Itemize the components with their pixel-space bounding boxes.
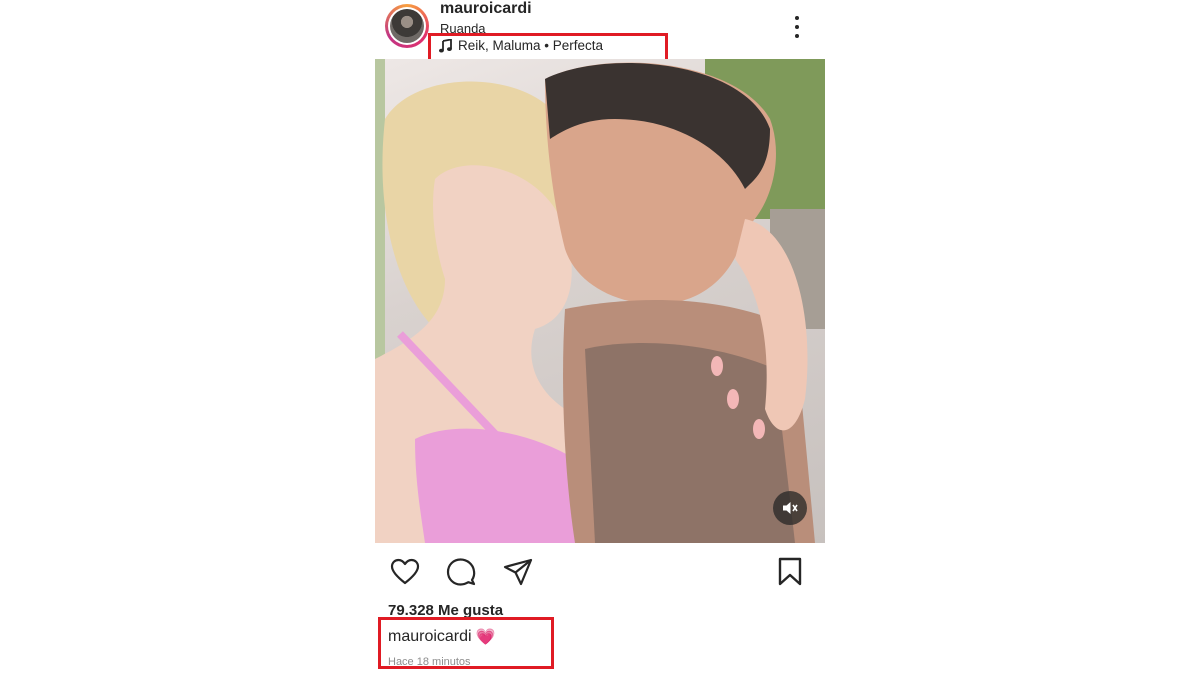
send-icon[interactable]	[501, 555, 535, 589]
bookmark-icon[interactable]	[773, 555, 807, 589]
heart-icon[interactable]	[388, 555, 422, 589]
instagram-post: mauroicardi Ruanda Reik, Maluma • Perfec…	[375, 0, 825, 673]
comment-icon[interactable]	[444, 555, 478, 589]
action-bar	[375, 555, 825, 589]
post-username[interactable]: mauroicardi	[440, 0, 532, 18]
more-options-icon[interactable]	[787, 14, 807, 40]
muted-audio-icon[interactable]	[773, 491, 807, 525]
avatar-photo	[390, 9, 424, 43]
post-photo[interactable]	[375, 59, 825, 543]
caption-highlight-box	[378, 617, 554, 669]
avatar[interactable]	[385, 4, 429, 48]
